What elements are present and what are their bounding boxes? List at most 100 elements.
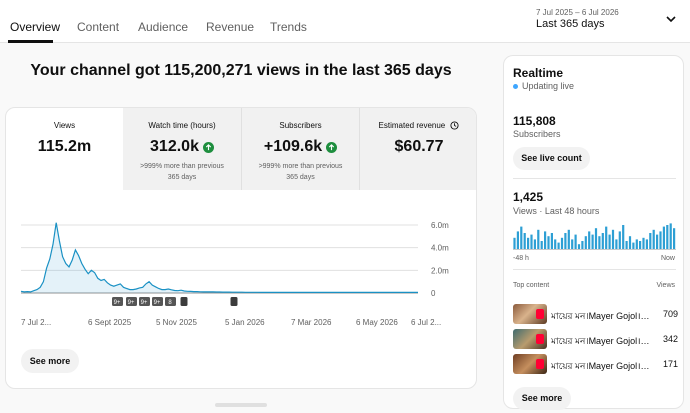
realtime-bar <box>557 242 560 249</box>
x-tick-label: 5 Nov 2025 <box>156 318 197 327</box>
realtime-bar <box>567 229 570 249</box>
see-live-count-button[interactable]: See live count <box>513 147 590 170</box>
realtime-bar <box>550 233 553 249</box>
x-tick-label: 7 Jul 2... <box>21 318 51 327</box>
top-content-views-header: Views <box>656 282 675 289</box>
realtime-see-more-button[interactable]: See more <box>513 387 571 410</box>
shorts-badge <box>180 297 188 306</box>
realtime-bar <box>635 239 638 249</box>
realtime-bar <box>625 241 628 249</box>
marker-label: 9+ <box>154 300 161 306</box>
realtime-bar-chart[interactable] <box>513 217 676 251</box>
metric-value: 312.0k <box>150 138 199 155</box>
realtime-bar <box>533 239 536 249</box>
metric-note: >999% more than previous 365 days <box>258 163 343 181</box>
top-content-views: 171 <box>662 359 678 369</box>
see-more-button[interactable]: See more <box>21 349 79 373</box>
views-line-chart[interactable]: 0 2.0m 4.0m 6.0m 9+ 9+ 9+ 9+ 8 7 Jul 2... 6 Sept 2… <box>6 208 476 348</box>
top-nav-bar: Overview Content Audience Revenue Trends… <box>0 0 690 43</box>
realtime-bar <box>523 233 526 249</box>
metric-revenue[interactable]: Estimated revenue $60.77 <box>359 108 476 190</box>
divider <box>513 178 676 179</box>
x-tick-label: 5 Jan 2026 <box>225 318 265 327</box>
shorts-icon <box>536 359 544 369</box>
marker-label: 9+ <box>114 300 121 306</box>
realtime-bar <box>611 229 615 249</box>
arrow-up-icon <box>326 141 338 153</box>
metric-label: Subscribers <box>279 121 322 130</box>
x-tick-label: 7 Mar 2026 <box>291 318 332 327</box>
realtime-title: Realtime <box>513 66 564 80</box>
tab-audience[interactable]: Audience <box>138 20 188 34</box>
top-content-row[interactable]: মায়ের মন।Mayer Gojol।Bangla Islamic 709 <box>513 304 678 324</box>
realtime-bar <box>537 229 540 249</box>
realtime-bar <box>652 229 655 249</box>
realtime-bar <box>554 239 557 249</box>
top-content-views: 709 <box>662 309 678 319</box>
realtime-bar <box>591 234 594 249</box>
realtime-bar <box>574 234 577 249</box>
realtime-bar <box>520 226 523 249</box>
realtime-bar <box>571 239 574 249</box>
overview-card: Views 115.2m Watch time (hours) 312.0k >… <box>5 107 477 389</box>
y-tick-label: 2.0m <box>431 266 449 275</box>
x-tick-label: 6 Sept 2025 <box>88 318 132 327</box>
realtime-bar <box>666 225 669 249</box>
video-marker: 8 <box>165 297 176 306</box>
realtime-bar <box>639 241 642 249</box>
tab-revenue[interactable]: Revenue <box>206 20 254 34</box>
metric-value: $60.77 <box>394 138 444 155</box>
realtime-bar <box>628 236 632 249</box>
tab-trends[interactable]: Trends <box>270 20 307 34</box>
top-content-row[interactable]: মায়ের মন।Mayer Gojol।Bangla Islamic 171 <box>513 354 678 374</box>
realtime-bar <box>662 226 665 249</box>
realtime-bar <box>656 234 659 249</box>
video-thumbnail <box>513 354 547 374</box>
top-content-row[interactable]: মায়ের মন।Mayer Gojol।Bangla Islamic 342 <box>513 329 678 349</box>
realtime-bar <box>560 237 564 249</box>
realtime-bar <box>601 233 604 249</box>
active-tab-indicator <box>8 40 53 43</box>
realtime-bar <box>615 239 618 249</box>
realtime-bar <box>642 237 645 249</box>
metric-value: 115.2m <box>37 138 92 155</box>
metric-views[interactable]: Views 115.2m <box>6 108 123 190</box>
clock-icon <box>450 121 460 130</box>
realtime-bar <box>577 244 581 249</box>
realtime-bar <box>669 223 672 249</box>
tab-content[interactable]: Content <box>77 20 119 34</box>
realtime-axis-end: Now <box>660 255 675 262</box>
date-range-label[interactable]: Last 365 days <box>536 18 605 30</box>
realtime-bar <box>516 231 519 249</box>
scroll-handle <box>215 403 267 407</box>
tab-overview[interactable]: Overview <box>10 20 60 34</box>
realtime-bar <box>588 231 591 249</box>
metric-watch-time[interactable]: Watch time (hours) 312.0k >999% more tha… <box>123 108 241 190</box>
chevron-down-icon[interactable] <box>664 12 678 26</box>
shorts-icon <box>536 334 544 344</box>
realtime-bar <box>645 239 648 249</box>
realtime-bar <box>632 242 635 249</box>
realtime-bar <box>544 231 547 249</box>
shorts-icon <box>536 309 544 319</box>
realtime-bar <box>594 228 598 249</box>
video-marker: 9+ <box>126 297 137 306</box>
top-content-label: Top content <box>513 282 550 289</box>
video-marker: 9+ <box>139 297 150 306</box>
realtime-bar <box>584 236 587 249</box>
metric-subscribers[interactable]: Subscribers +109.6k >999% more than prev… <box>241 108 359 190</box>
realtime-views-value: 1,425 <box>513 190 544 204</box>
realtime-bar <box>618 231 621 249</box>
realtime-bar <box>649 233 652 249</box>
realtime-bar <box>547 236 550 249</box>
divider <box>513 269 676 270</box>
y-tick-label: 6.0m <box>431 221 449 230</box>
metric-note: >999% more than previous 365 days <box>140 163 224 181</box>
realtime-views-label: Views · Last 48 hours <box>513 206 600 216</box>
realtime-bar <box>564 233 567 249</box>
realtime-subscribers-label: Subscribers <box>513 129 561 139</box>
y-tick-label: 4.0m <box>431 244 449 253</box>
y-tick-label: 0 <box>431 289 436 298</box>
realtime-subscribers-value: 115,808 <box>513 114 556 128</box>
shorts-badge <box>230 297 238 306</box>
